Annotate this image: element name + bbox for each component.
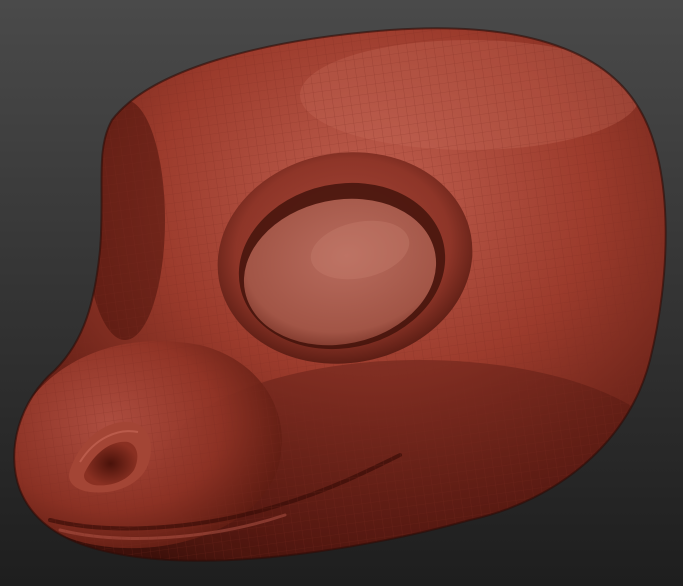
- 3d-viewport[interactable]: [0, 0, 683, 586]
- viewport-canvas[interactable]: [0, 0, 683, 586]
